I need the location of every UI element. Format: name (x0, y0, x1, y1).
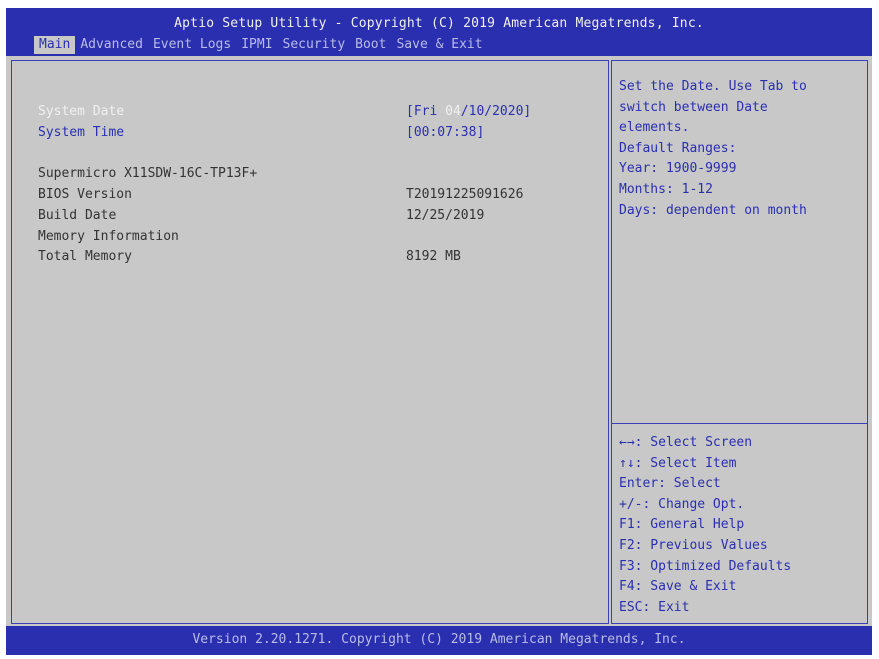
total-memory-label: Total Memory (38, 249, 132, 264)
tab-save-exit[interactable]: Save & Exit (391, 36, 487, 54)
system-time-value[interactable]: [00:07:38] (406, 124, 484, 142)
system-date-suffix: /10/2020] (460, 104, 532, 119)
settings-panel: System Date [Fri 04/10/2020] System Time… (11, 60, 609, 624)
system-date-value[interactable]: [Fri 04/10/2020] (406, 103, 531, 121)
help-line: switch between Date (619, 99, 768, 115)
help-text: Set the Date. Use Tab to switch between … (619, 77, 865, 221)
key-legend-line: F1: General Help (619, 517, 745, 533)
header-bar: Aptio Setup Utility - Copyright (C) 2019… (6, 8, 872, 56)
main-area: System Date [Fri 04/10/2020] System Time… (6, 56, 872, 626)
tab-main[interactable]: Main (34, 36, 76, 54)
key-legend-line: F3: Optimized Defaults (619, 558, 792, 574)
version-text: Version 2.20.1271. Copyright (C) 2019 Am… (192, 632, 686, 647)
build-date-label: Build Date (38, 208, 117, 223)
board-name: Supermicro X11SDW-16C-TP13F+ (38, 166, 258, 181)
help-line: elements. (619, 120, 690, 136)
system-time-row[interactable]: System Time (38, 124, 124, 142)
key-legend: ←→: Select Screen ↑↓: Select Item Enter:… (619, 433, 865, 618)
key-legend-line: F4: Save & Exit (619, 579, 737, 595)
help-line: Set the Date. Use Tab to (619, 79, 807, 94)
bios-version-value: T20191225091626 (406, 187, 524, 202)
app-title: Aptio Setup Utility - Copyright (C) 2019… (174, 16, 704, 31)
system-date-prefix: [Fri (406, 104, 446, 119)
system-time-label[interactable]: System Time (38, 125, 124, 140)
key-legend-line: +/-: Change Opt. (619, 496, 745, 512)
help-line: Year: 1900-9999 (619, 161, 737, 177)
key-legend-line: ↑↓: Select Item (619, 455, 737, 471)
key-legend-line: ←→: Select Screen (619, 435, 753, 450)
key-legend-line: Enter: Select (619, 476, 721, 492)
tab-event-logs[interactable]: Event Logs (148, 36, 236, 54)
tab-advanced[interactable]: Advanced (75, 36, 148, 54)
key-legend-line: F2: Previous Values (619, 537, 768, 553)
tab-bar: Main Advanced Event Logs IPMI Security B… (34, 36, 488, 54)
memory-information-heading: Memory Information (38, 229, 179, 244)
help-line: Days: dependent on month (619, 202, 807, 218)
system-date-label[interactable]: System Date (38, 104, 124, 119)
system-date-row[interactable]: System Date (38, 103, 124, 121)
build-date-value: 12/25/2019 (406, 208, 485, 223)
key-legend-line: ESC: Exit (619, 599, 690, 615)
bios-version-label: BIOS Version (38, 187, 132, 202)
help-line: Default Ranges: (619, 140, 737, 156)
tab-ipmi[interactable]: IPMI (236, 36, 277, 54)
help-panel: Set the Date. Use Tab to switch between … (611, 60, 868, 624)
tab-security[interactable]: Security (278, 36, 351, 54)
help-line: Months: 1-12 (619, 181, 713, 197)
bios-screen: Aptio Setup Utility - Copyright (C) 2019… (6, 8, 872, 655)
tab-boot[interactable]: Boot (350, 36, 391, 54)
footer-bar: Version 2.20.1271. Copyright (C) 2019 Am… (6, 626, 872, 655)
help-divider (612, 423, 867, 424)
total-memory-value: 8192 MB (406, 249, 461, 264)
system-date-selected-field[interactable]: 04 (445, 104, 461, 119)
